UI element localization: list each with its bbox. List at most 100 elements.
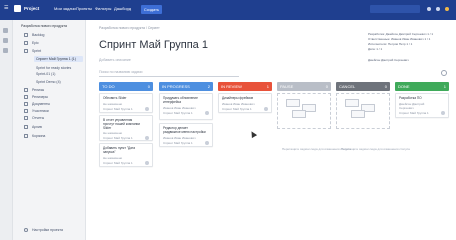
column-header-done[interactable]: DONE 1 xyxy=(395,82,449,91)
projects-icon[interactable] xyxy=(3,38,8,43)
meta-line-3: Исполнители: Петров Петр 1 / 1 xyxy=(368,42,413,46)
sidebar-rail xyxy=(0,20,13,240)
column-title: TO DO xyxy=(102,84,115,89)
avatar[interactable] xyxy=(445,7,449,11)
users-icon xyxy=(24,109,28,113)
card-sprint: Спринт Май Группа 1 xyxy=(163,141,193,145)
meta-line-4: Дата: 1 / 1 xyxy=(368,47,383,51)
card-sprint: Спринт Май Группа 1 xyxy=(222,107,252,111)
sidebar-project-name[interactable]: Разработка нового продукта xyxy=(21,24,67,28)
card-sprint: Спринт Май Группа 1 xyxy=(163,111,193,115)
card-assignee: Иванов Иван Иванович xyxy=(163,106,196,110)
release-icon xyxy=(24,88,28,92)
help-icon[interactable] xyxy=(436,7,440,11)
avatar xyxy=(264,107,268,111)
avatar xyxy=(145,107,149,111)
nav-my-tasks[interactable]: Мои задачи xyxy=(54,6,76,11)
sidebar-item-sprint-demo[interactable]: Sprint Demo (4) xyxy=(36,80,61,84)
sidebar-item-current-sprint[interactable]: Спринт Май Группа 1 (1) xyxy=(36,57,76,61)
card-title-line-2: раздвижное меню настройки xyxy=(163,130,206,134)
drop-zone-cancel[interactable] xyxy=(336,93,390,129)
drop-zone-pause[interactable] xyxy=(277,93,331,129)
card-sprint: Спринт Май Группа 1 xyxy=(103,161,133,165)
backlog-icon xyxy=(24,33,28,37)
column-count: 0 xyxy=(325,84,328,89)
sidebar-item-backlog[interactable]: Backlog xyxy=(32,33,44,37)
card-title: Разработка ПО xyxy=(399,96,422,100)
board-icon[interactable] xyxy=(3,48,8,53)
placeholder-illustration xyxy=(286,99,300,107)
column-title: CANCEL xyxy=(339,84,356,89)
archive-icon xyxy=(24,125,28,129)
column-header-todo[interactable]: TO DO 0 xyxy=(99,82,153,91)
mouse-cursor-icon xyxy=(248,129,258,139)
sidebar-item-reports[interactable]: Отчеты xyxy=(32,116,44,120)
column-count: 0 xyxy=(147,84,150,89)
sidebar-item-trash[interactable]: Корзина xyxy=(32,134,45,138)
placeholder-illustration xyxy=(292,110,306,118)
create-button[interactable]: Создать xyxy=(141,5,162,14)
placeholder-illustration xyxy=(351,110,365,118)
placeholder-illustration xyxy=(345,99,359,107)
task-card[interactable]: В отчет управления прочтут нашей компани… xyxy=(99,115,153,141)
card-title: Дизайнеры фреймов xyxy=(222,96,254,100)
sidebar-item-sprint-ready[interactable]: Sprint for ready stories xyxy=(36,66,71,70)
avatar xyxy=(205,111,209,115)
sidebar-settings[interactable]: Настройки проекта xyxy=(32,228,63,232)
meta-line-1: Разработка: Джейсон Дмитрий Сергеевич 1 … xyxy=(368,32,434,36)
column-pause: PAUSE 0 xyxy=(277,82,331,91)
column-done: DONE 1 xyxy=(395,82,449,91)
drop-zone-hint: Перетащите задачи сюда для изменения ста… xyxy=(341,147,410,151)
card-assignee: Иванов Иван Иванович xyxy=(222,102,255,106)
card-sprint: Спринт Май Группа 1 xyxy=(103,136,133,140)
nav-projects[interactable]: Проекты xyxy=(76,6,92,11)
nav-dashboard[interactable]: Дашборд xyxy=(114,6,131,11)
page-title: Спринт Май Группа 1 xyxy=(99,39,208,51)
board-settings-icon[interactable] xyxy=(441,70,447,76)
task-card[interactable]: Добавить пункт "Дата запуска" Не назначе… xyxy=(99,143,153,167)
sidebar-item-sprint[interactable]: Sprint xyxy=(32,49,41,53)
notification-icon[interactable] xyxy=(427,7,431,11)
column-in-progress: IN PROGRESS 2 xyxy=(159,82,213,91)
sidebar-item-releases[interactable]: Релизы xyxy=(32,88,44,92)
sidebar-item-epic[interactable]: Epic xyxy=(32,41,39,45)
card-title: Обновить Slider xyxy=(103,96,127,100)
column-header-cancel[interactable]: CANCEL 0 xyxy=(336,82,390,91)
column-header-pause[interactable]: PAUSE 0 xyxy=(277,82,331,91)
sidebar-item-documents[interactable]: Документы xyxy=(32,102,50,106)
sidebar-item-members[interactable]: Участники xyxy=(32,109,49,113)
reports-icon xyxy=(24,116,28,120)
sidebar-item-sprint-01[interactable]: Sprint-01 (1) xyxy=(36,72,55,76)
sidebar-item-releasers[interactable]: Релизеры xyxy=(32,95,48,99)
gear-icon xyxy=(24,228,28,232)
avatar xyxy=(441,111,445,115)
column-count: 0 xyxy=(384,84,387,89)
card-assignee: Не назначено xyxy=(103,102,123,106)
meta-line-2: Ответственные: Иванов Иван Иванович 1 / … xyxy=(368,37,431,41)
menu-icon[interactable]: ☰ xyxy=(4,5,8,11)
column-header-in-review[interactable]: IN REVIEW 1 xyxy=(218,82,272,91)
owner-name[interactable]: Джейсон Дмитрий Сергеевич xyxy=(368,58,409,62)
task-card[interactable]: Придумать обновление интерфейса Иванов И… xyxy=(159,93,213,120)
nav-filters[interactable]: Фильтры xyxy=(95,6,111,11)
task-card[interactable]: Разработка ПО Джейсон Дмитрий Сергеевич … xyxy=(395,93,449,118)
app-logo-text[interactable]: Project xyxy=(24,6,39,11)
task-card[interactable]: Обновить Slider Не назначено Спринт Май … xyxy=(99,93,153,113)
card-assignee: Иванов Иван Иванович xyxy=(163,136,196,140)
card-sprint: Спринт Май Группа 1 xyxy=(103,107,133,111)
card-title-line-2: запуска" xyxy=(103,150,116,154)
add-description-link[interactable]: Добавить описание xyxy=(99,58,131,62)
task-card[interactable]: Редактор делает раздвижное меню настройк… xyxy=(159,123,213,147)
app-logo-icon xyxy=(14,5,21,12)
releaser-icon xyxy=(24,95,28,99)
search-input[interactable] xyxy=(370,5,420,13)
task-card[interactable]: Дизайнеры фреймов Иванов Иван Иванович С… xyxy=(218,93,272,113)
card-assignee: Не назначено xyxy=(103,131,123,135)
sidebar-item-archive[interactable]: Архив xyxy=(32,125,42,129)
sprint-icon xyxy=(24,49,28,53)
breadcrumb[interactable]: Разработка нового продукта / Спринт xyxy=(99,26,160,30)
filter-input[interactable]: Поиск по названию задачи xyxy=(99,70,142,74)
home-icon[interactable] xyxy=(3,28,8,33)
column-title: IN REVIEW xyxy=(221,84,242,89)
column-header-in-progress[interactable]: IN PROGRESS 2 xyxy=(159,82,213,91)
